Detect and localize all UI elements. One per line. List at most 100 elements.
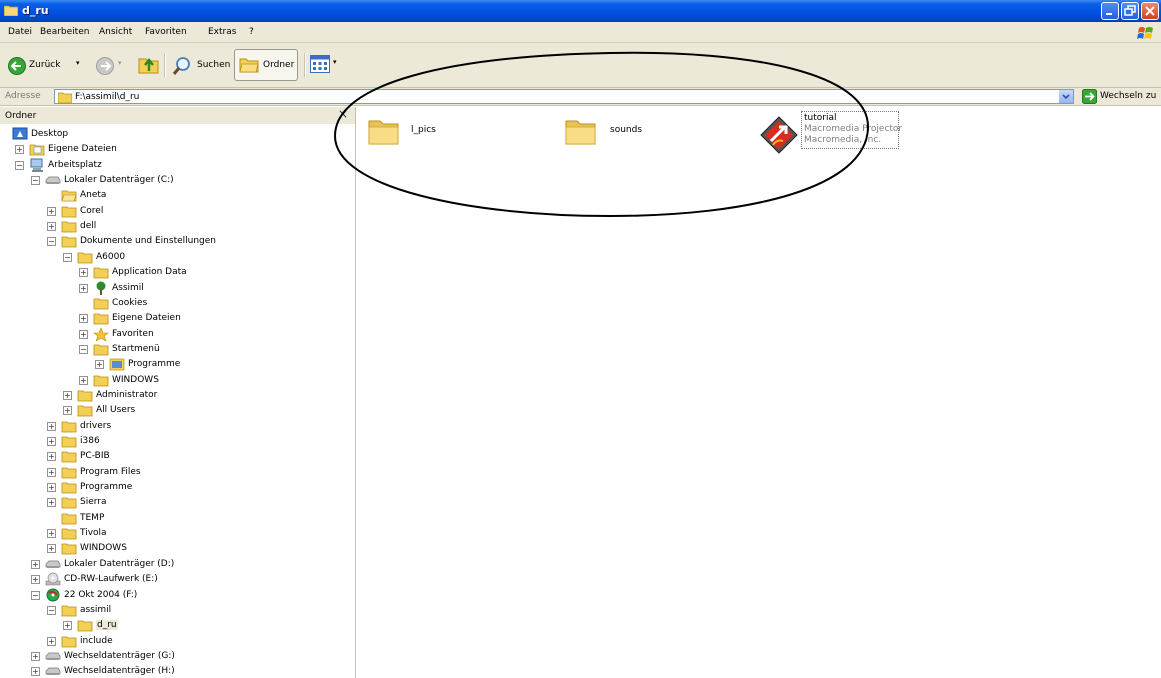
menu-extras[interactable]: Extras	[208, 27, 236, 37]
expand-icon[interactable]: +	[79, 314, 88, 324]
expand-icon[interactable]: +	[31, 575, 40, 585]
chevron-down-icon[interactable]: ▾	[76, 59, 80, 67]
expand-icon[interactable]: +	[47, 529, 56, 539]
expand-icon[interactable]: +	[47, 437, 56, 446]
tree-item-label: Arbeitsplatz	[48, 159, 102, 170]
folder-icon	[61, 636, 77, 647]
disc-icon	[46, 588, 60, 601]
minimize-icon	[1106, 13, 1112, 15]
expand-icon[interactable]: +	[47, 222, 56, 232]
expand-icon[interactable]: +	[63, 621, 72, 631]
folder-icon	[61, 436, 77, 448]
menu-help[interactable]: ?	[249, 27, 254, 37]
forward-button[interactable]: ▾	[94, 50, 130, 80]
expand-icon[interactable]: +	[63, 390, 72, 400]
tree-item-label: WINDOWS	[112, 374, 159, 385]
expand-icon[interactable]: +	[47, 206, 56, 216]
folder-icon	[61, 237, 77, 248]
close-button[interactable]	[1141, 2, 1159, 20]
expand-icon[interactable]: +	[15, 145, 24, 155]
search-button[interactable]: Suchen	[168, 50, 232, 80]
restore-icon	[1124, 5, 1136, 16]
folder-icon	[239, 58, 259, 73]
expand-icon[interactable]: +	[47, 467, 56, 477]
folders-button[interactable]: Ordner	[234, 49, 298, 81]
drive-icon	[45, 667, 61, 676]
back-button[interactable]: Zurück ▾	[4, 50, 90, 80]
address-path: F:\assimil\d_ru	[75, 92, 140, 102]
minimize-button[interactable]	[1101, 2, 1119, 20]
tree-item-label: Assimil	[112, 282, 144, 293]
expand-icon[interactable]: +	[31, 651, 40, 661]
views-grid-icon	[310, 55, 330, 73]
folder-pane-header: Ordner ×	[0, 107, 355, 124]
mycomputer-icon	[30, 158, 43, 172]
menu-datei[interactable]: Datei	[8, 27, 32, 37]
go-button[interactable]: Wechseln zu	[1080, 89, 1160, 104]
collapse-icon[interactable]: −	[79, 344, 88, 354]
menu-bearbeiten[interactable]: Bearbeiten	[40, 27, 89, 37]
menu-bar: Datei Bearbeiten Ansicht Favoriten Extra…	[0, 22, 1161, 43]
expand-icon[interactable]: +	[63, 406, 72, 416]
expand-icon[interactable]: +	[31, 559, 40, 569]
tree-item-label: Aneta	[80, 190, 107, 201]
collapse-icon[interactable]: −	[31, 176, 40, 186]
address-label: Adresse	[5, 91, 41, 101]
forward-arrow-icon	[96, 57, 114, 75]
expand-icon[interactable]: +	[79, 375, 88, 385]
folder-icon	[93, 267, 109, 279]
toolbar-separator	[164, 53, 166, 77]
expand-icon[interactable]: +	[47, 483, 56, 493]
back-arrow-icon	[8, 57, 26, 75]
tree-item-label: WINDOWS	[80, 543, 127, 554]
collapse-icon[interactable]: −	[47, 605, 56, 615]
folder-icon	[61, 605, 77, 617]
expand-icon[interactable]: +	[95, 360, 104, 370]
folder-icon	[77, 390, 93, 402]
chevron-down-icon[interactable]: ▾	[118, 59, 122, 67]
expand-icon[interactable]: +	[47, 544, 56, 554]
expand-icon[interactable]: +	[79, 329, 88, 339]
tree-item-label: i386	[80, 436, 100, 446]
folder-icon	[61, 497, 77, 509]
expand-icon[interactable]: +	[47, 636, 56, 646]
collapse-icon[interactable]: −	[15, 160, 24, 170]
desktop-icon	[12, 127, 28, 140]
drive-icon	[45, 176, 61, 185]
tree-item-label: A6000	[96, 251, 126, 262]
expand-icon[interactable]: +	[79, 283, 88, 293]
collapse-icon[interactable]: −	[47, 237, 56, 247]
tree-item-label: Lokaler Datenträger (C:)	[64, 175, 174, 186]
go-label: Wechseln zu	[1100, 91, 1157, 101]
tree-item-label: dell	[80, 221, 97, 232]
address-dropdown-button[interactable]	[1058, 90, 1073, 103]
menu-ansicht[interactable]: Ansicht	[99, 27, 132, 37]
folder-icon	[58, 92, 72, 103]
title-bar[interactable]: d_ru	[0, 0, 1161, 22]
tree-item-label: Dokumente und Einstellungen	[80, 236, 217, 247]
expand-icon[interactable]: +	[47, 452, 56, 462]
folder-open-icon	[61, 190, 77, 202]
mydocs-icon	[29, 144, 45, 156]
windows-logo-icon	[1137, 27, 1153, 39]
expand-icon[interactable]: +	[31, 667, 40, 677]
annotation-ellipse	[333, 51, 870, 218]
menu-favoriten[interactable]: Favoriten	[145, 27, 187, 37]
chevron-down-icon	[1062, 94, 1070, 100]
folder-icon	[61, 451, 77, 463]
tree-item-label: PC-BIB	[80, 451, 110, 462]
programs-icon	[109, 358, 125, 371]
folder-up-icon[interactable]	[138, 54, 160, 74]
expand-icon[interactable]: +	[79, 268, 88, 278]
collapse-icon[interactable]: −	[63, 252, 72, 262]
tree-item-label: Eigene Dateien	[112, 313, 181, 324]
go-arrow-icon	[1082, 89, 1097, 104]
expand-icon[interactable]: +	[47, 498, 56, 508]
tree-item-label: assimil	[80, 604, 112, 615]
collapse-icon[interactable]: −	[31, 590, 40, 600]
expand-icon[interactable]: +	[47, 421, 56, 431]
close-icon	[1145, 6, 1155, 16]
restore-button[interactable]	[1121, 2, 1139, 20]
folder-icon	[4, 5, 18, 16]
tree-item-label: Sierra	[80, 497, 107, 508]
